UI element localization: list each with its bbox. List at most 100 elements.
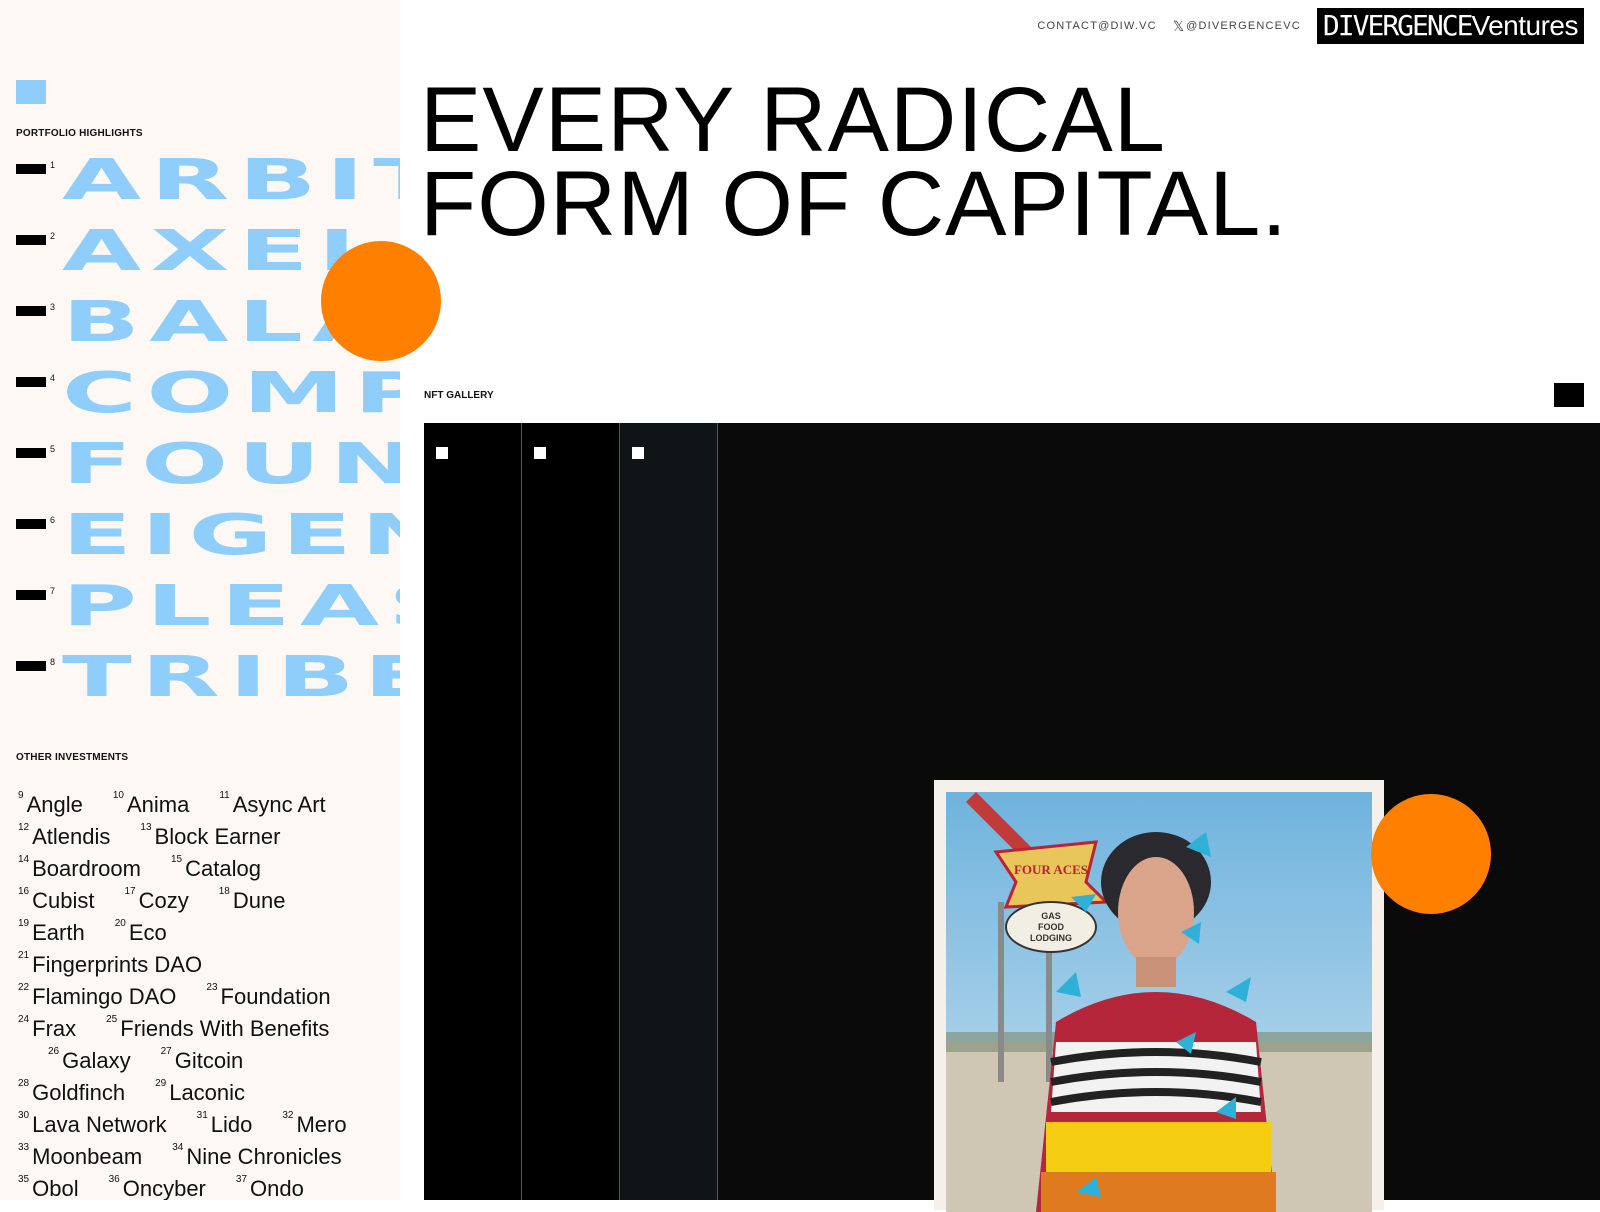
orange-circle-decoration [1371, 794, 1491, 914]
investment-link[interactable]: 18 Dune [219, 886, 286, 914]
investment-name: Oncyber [122, 1176, 206, 1200]
investment-link[interactable]: 13 Block Earner [140, 822, 280, 850]
investment-link[interactable]: 19 Earth [18, 918, 85, 946]
investment-link[interactable]: 33 Moonbeam [18, 1142, 143, 1170]
portfolio-highlight-item[interactable]: 7PLEASR [0, 578, 400, 650]
top-nav: CONTACT@DIW.VC 𝕏 @DIVERGENCEVC DIVERGENC… [1037, 8, 1584, 44]
gallery-tab-3[interactable] [620, 423, 718, 1200]
investment-number: 10 [112, 790, 124, 801]
investment-link[interactable]: 20 Eco [114, 918, 167, 946]
investment-number: 33 [18, 1142, 30, 1153]
investment-number: 16 [18, 886, 30, 897]
highlight-bar-icon [16, 448, 46, 458]
investment-link[interactable]: 17 Cozy [124, 886, 189, 914]
gallery-toggle-button[interactable] [1554, 383, 1584, 407]
investment-name: Anima [126, 792, 190, 817]
investment-row: 35 Obol 36 Oncyber 37 Ondo [18, 1174, 398, 1200]
investment-link[interactable]: 35 Obol [18, 1174, 79, 1200]
investment-name: Gitcoin [174, 1048, 244, 1073]
portfolio-highlight-item[interactable]: 1ARBITRUM [0, 152, 400, 224]
investment-link[interactable]: 26 Galaxy [48, 1046, 131, 1074]
investment-link[interactable]: 27 Gitcoin [161, 1046, 244, 1074]
investment-name: Flamingo DAO [32, 984, 177, 1009]
highlight-number: 7 [50, 586, 56, 596]
investment-name: Cozy [138, 888, 189, 913]
highlight-number: 2 [50, 231, 56, 241]
sign-gas-text: GAS [1041, 911, 1061, 921]
highlight-name: ARBITRUM [62, 146, 400, 213]
nft-gallery-label: NFT GALLERY [424, 390, 494, 401]
investment-number: 9 [18, 790, 24, 801]
investment-link[interactable]: 29 Laconic [155, 1078, 246, 1106]
investment-number: 36 [108, 1174, 120, 1185]
investment-number: 24 [18, 1014, 30, 1025]
investment-name: Cubist [32, 888, 95, 913]
investment-link[interactable]: 14 Boardroom [18, 854, 141, 882]
gallery-tab-1[interactable] [424, 423, 522, 1200]
investment-link[interactable]: 37 Ondo [236, 1174, 304, 1200]
portfolio-highlight-item[interactable]: 8TRIBE [0, 649, 400, 721]
brand-logo[interactable]: DIVERGENCEVentures [1316, 8, 1584, 44]
investment-row: 12 Atlendis 13 Block Earner [18, 822, 398, 856]
investment-name: Moonbeam [32, 1144, 143, 1169]
investment-name: Eco [128, 920, 167, 945]
investment-link[interactable]: 23 Foundation [206, 982, 330, 1010]
portfolio-highlight-item[interactable]: 4COMPOUND [0, 365, 400, 437]
investment-link[interactable]: 24 Frax [18, 1014, 77, 1042]
investment-link[interactable]: 16 Cubist [18, 886, 95, 914]
nft-artwork-frame[interactable]: FOUR ACES GAS FOOD LODGING [934, 780, 1384, 1212]
investment-link[interactable]: 25 Friends With Benefits [106, 1014, 329, 1042]
investment-number: 25 [106, 1014, 118, 1025]
investment-number: 12 [18, 822, 30, 833]
highlight-bar-icon [16, 590, 46, 600]
investment-link[interactable]: 21 Fingerprints DAO [18, 950, 202, 978]
investment-link[interactable]: 28 Goldfinch [18, 1078, 125, 1106]
investment-number: 17 [124, 886, 136, 897]
brand-part-1: DIVERGENCE [1322, 9, 1474, 42]
investment-link[interactable]: 34 Nine Chronicles [172, 1142, 341, 1170]
investment-name: Earth [32, 920, 85, 945]
highlight-bar-icon [16, 519, 46, 529]
investment-number: 20 [114, 918, 126, 929]
twitter-handle-link[interactable]: @DIVERGENCEVC [1186, 20, 1301, 32]
investment-link[interactable]: 36 Oncyber [108, 1174, 206, 1200]
highlight-name: FOUNDRY [62, 430, 400, 497]
highlight-name: EIGENLAYER [62, 501, 400, 568]
investment-name: Frax [32, 1016, 77, 1041]
investment-row: 16 Cubist 17 Cozy 18 Dune [18, 886, 398, 920]
highlight-number: 5 [50, 444, 56, 454]
investment-number: 26 [48, 1046, 60, 1057]
investment-row: 14 Boardroom 15 Catalog [18, 854, 398, 888]
investment-link[interactable]: 11 Async Art [219, 790, 325, 818]
investment-row: 19 Earth 20 Eco [18, 918, 398, 952]
investment-link[interactable]: 9 Angle [18, 790, 83, 818]
investment-number: 31 [196, 1110, 208, 1121]
sign-lodging-text: LODGING [1030, 933, 1072, 943]
logo-square-icon[interactable] [16, 80, 46, 104]
investment-name: Galaxy [62, 1048, 131, 1073]
sign-food-text: FOOD [1038, 922, 1064, 932]
highlight-name: TRIBE [62, 643, 400, 710]
x-twitter-icon[interactable]: 𝕏 [1173, 18, 1184, 35]
investment-link[interactable]: 15 Catalog [171, 854, 261, 882]
investment-link[interactable]: 30 Lava Network [18, 1110, 167, 1138]
investment-link[interactable]: 31 Lido [196, 1110, 253, 1138]
investment-link[interactable]: 32 Mero [282, 1110, 346, 1138]
portfolio-highlight-item[interactable]: 6EIGENLAYER [0, 507, 400, 579]
investment-row: 28 Goldfinch 29 Laconic [18, 1078, 398, 1112]
highlight-number: 1 [50, 160, 56, 170]
investment-link[interactable]: 22 Flamingo DAO [18, 982, 177, 1010]
highlight-bar-icon [16, 235, 46, 245]
gallery-tab-2[interactable] [522, 423, 620, 1200]
investment-link[interactable]: 12 Atlendis [18, 822, 110, 850]
highlight-number: 4 [50, 373, 56, 383]
sidebar: PORTFOLIO HIGHLIGHTS 1ARBITRUM2AXELAR3BA… [0, 0, 400, 1200]
investment-link[interactable]: 10 Anima [112, 790, 190, 818]
gallery-tab-dot-icon [534, 447, 546, 459]
investment-row: 30 Lava Network 31 Lido 32 Mero [18, 1110, 398, 1144]
portfolio-highlights-label: PORTFOLIO HIGHLIGHTS [16, 128, 143, 139]
portfolio-highlight-item[interactable]: 5FOUNDRY [0, 436, 400, 508]
contact-email-link[interactable]: CONTACT@DIW.VC [1037, 20, 1156, 32]
investment-row: 21 Fingerprints DAO [18, 950, 398, 984]
investment-name: Laconic [169, 1080, 246, 1105]
